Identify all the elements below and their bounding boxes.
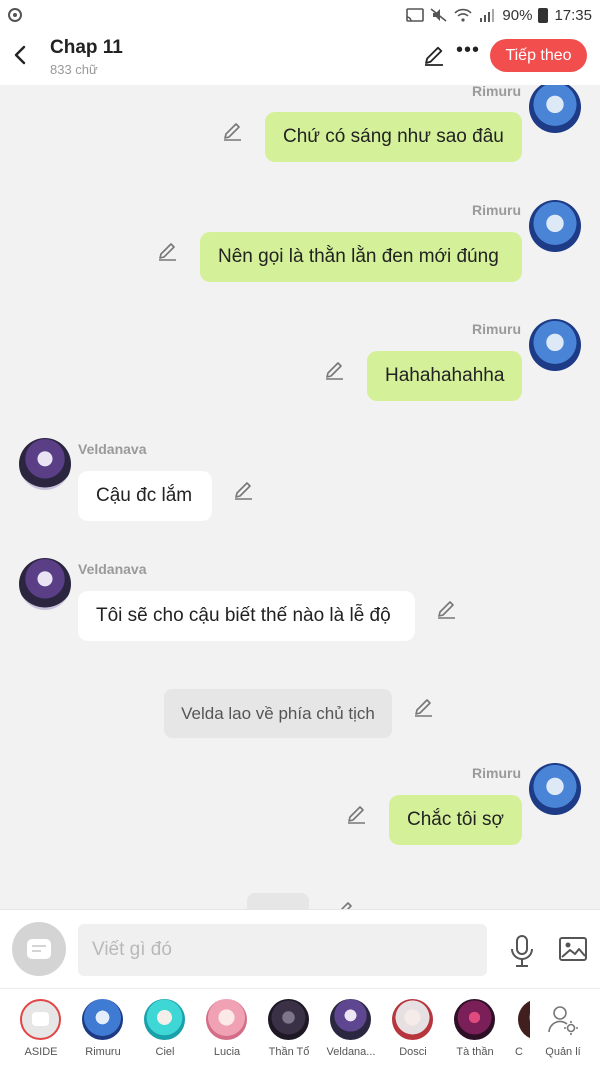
- message-input[interactable]: [78, 924, 487, 976]
- character-name: Ciel: [155, 1046, 175, 1058]
- chat-area[interactable]: Rimuru Chứ có sáng như sao đâu Rimuru Nê…: [0, 85, 600, 909]
- character-aside[interactable]: ASIDE: [10, 997, 72, 1063]
- edit-message-icon[interactable]: [346, 803, 368, 825]
- edit-message-icon[interactable]: [334, 899, 356, 909]
- character-ta-than[interactable]: Tà thần: [444, 997, 506, 1063]
- character-name: Rimuru: [85, 1046, 121, 1058]
- character-dosci[interactable]: Dosci: [382, 997, 444, 1063]
- edit-message-icon[interactable]: [413, 696, 435, 718]
- character-name: Dosci: [399, 1046, 427, 1058]
- clock: 17:35: [554, 6, 592, 24]
- next-chapter-button[interactable]: Tiếp theo: [490, 39, 587, 72]
- cast-icon: [406, 8, 425, 22]
- character-name: Veldana...: [326, 1046, 376, 1058]
- character-name: Lucia: [213, 1046, 241, 1058]
- aside-toggle-button[interactable]: [12, 922, 66, 976]
- speaker-name: Rimuru: [472, 85, 521, 99]
- message-bubble[interactable]: Chắc tôi sợ: [389, 795, 522, 845]
- speaker-name: Rimuru: [472, 765, 521, 781]
- character-manager-button[interactable]: Quản lí: [532, 997, 594, 1063]
- image-icon[interactable]: [558, 936, 588, 962]
- character-rimuru[interactable]: Rimuru: [72, 997, 134, 1063]
- character-bar: ASIDE Rimuru Ciel Lucia Thần Tổ Veldana.…: [0, 988, 600, 1067]
- microphone-icon[interactable]: [508, 934, 536, 968]
- character-veldanava[interactable]: Veldana...: [320, 997, 382, 1063]
- avatar: [454, 999, 495, 1040]
- battery-icon: [538, 7, 549, 23]
- edit-message-icon[interactable]: [233, 479, 255, 501]
- wifi-icon: [454, 8, 473, 22]
- message-bubble[interactable]: Nên gọi là thằn lằn đen mới đúng: [200, 232, 522, 282]
- narration-bubble[interactable]: Velda lao về phía chủ tịch: [164, 689, 392, 738]
- mute-icon: [430, 8, 447, 22]
- avatar: [268, 999, 309, 1040]
- character-c[interactable]: C: [508, 997, 530, 1063]
- signal-icon: [480, 9, 495, 22]
- avatar: [144, 999, 185, 1040]
- avatar-rimuru[interactable]: [529, 763, 581, 815]
- app-notification-icon: [8, 8, 22, 22]
- more-options-icon[interactable]: •••: [456, 40, 479, 66]
- character-lucia[interactable]: Lucia: [196, 997, 258, 1063]
- chat-bubble-icon: [27, 939, 51, 959]
- speaker-name: Veldanava: [78, 561, 147, 577]
- avatar-rimuru[interactable]: [529, 200, 581, 252]
- character-name: Thần Tổ: [268, 1046, 310, 1058]
- message-bubble[interactable]: Hahahahahha: [367, 351, 522, 401]
- speaker-name: Rimuru: [472, 321, 521, 337]
- avatar-veldanava[interactable]: [19, 438, 71, 490]
- speaker-name: Rimuru: [472, 202, 521, 218]
- aside-avatar: [20, 999, 61, 1040]
- message-bubble[interactable]: Tôi sẽ cho cậu biết thế nào là lễ độ: [78, 591, 415, 641]
- avatar: [392, 999, 433, 1040]
- edit-message-icon[interactable]: [222, 120, 244, 142]
- avatar: [206, 999, 247, 1040]
- edit-message-icon[interactable]: [157, 240, 179, 262]
- character-name: C: [515, 1046, 523, 1058]
- avatar: [82, 999, 123, 1040]
- character-than-to[interactable]: Thần Tổ: [258, 997, 320, 1063]
- character-name: Tà thần: [456, 1046, 494, 1058]
- status-bar: 90% 17:35: [0, 0, 600, 30]
- edit-message-icon[interactable]: [324, 359, 346, 381]
- compose-bar: [0, 909, 600, 988]
- chapter-header: Chap 11 833 chữ ••• Tiếp theo: [0, 30, 600, 85]
- character-ciel[interactable]: Ciel: [134, 997, 196, 1063]
- avatar-rimuru[interactable]: [529, 85, 581, 133]
- back-arrow-icon[interactable]: [10, 42, 32, 68]
- user-settings-icon: [546, 1003, 580, 1037]
- chapter-title: Chap 11: [50, 37, 123, 58]
- avatar-rimuru[interactable]: [529, 319, 581, 371]
- speaker-name: Veldanava: [78, 441, 147, 457]
- avatar: [330, 999, 371, 1040]
- edit-message-icon[interactable]: [436, 598, 458, 620]
- narration-bubble-partial[interactable]: [247, 893, 309, 909]
- battery-percent: 90%: [502, 6, 533, 24]
- character-name: ASIDE: [24, 1046, 58, 1058]
- edit-pencil-icon[interactable]: [422, 43, 446, 67]
- message-bubble[interactable]: Chứ có sáng như sao đâu: [265, 112, 522, 162]
- word-count: 833 chữ: [50, 62, 98, 77]
- message-bubble[interactable]: Cậu đc lắm: [78, 471, 212, 521]
- avatar-veldanava[interactable]: [19, 558, 71, 610]
- character-name: Quản lí: [545, 1046, 581, 1058]
- avatar: [518, 999, 530, 1040]
